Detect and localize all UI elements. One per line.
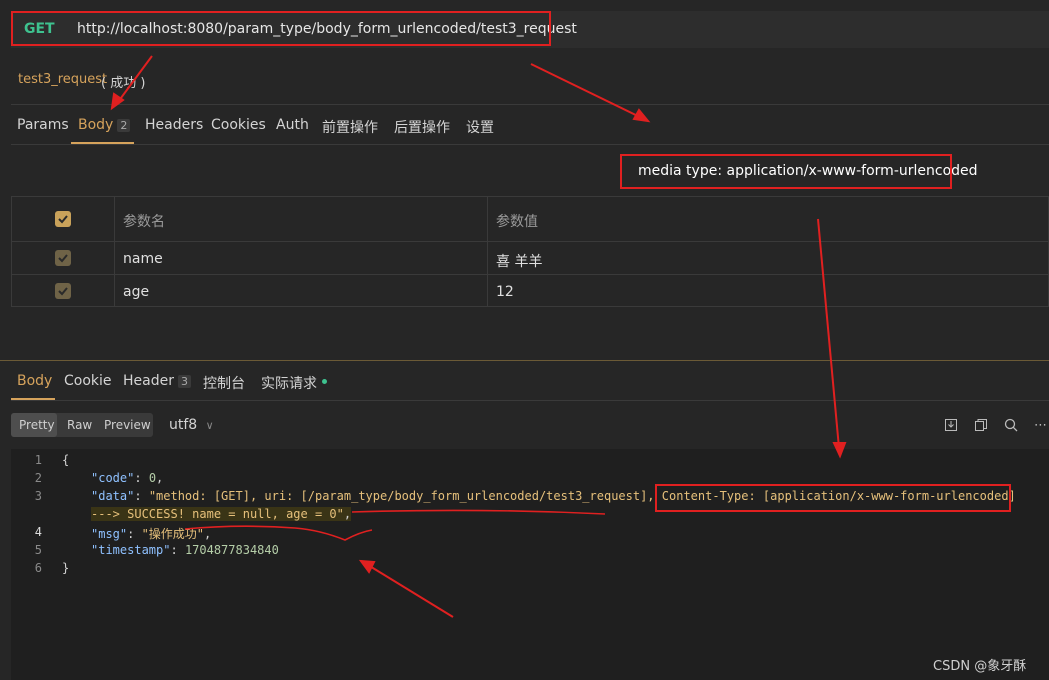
annotation-arrow-head	[632, 108, 651, 123]
annotation-arrow-line	[817, 218, 840, 449]
annotation-underline	[351, 509, 606, 515]
annotation-arrow-head	[358, 559, 376, 574]
annotation-arrow-head	[832, 442, 847, 459]
annotation-underline	[184, 525, 373, 541]
annotation-arrow-line	[530, 63, 643, 119]
annotation-overlay	[110, 55, 847, 618]
annotation-arrow-line	[117, 55, 153, 103]
annotation-arrow-line	[367, 564, 454, 618]
